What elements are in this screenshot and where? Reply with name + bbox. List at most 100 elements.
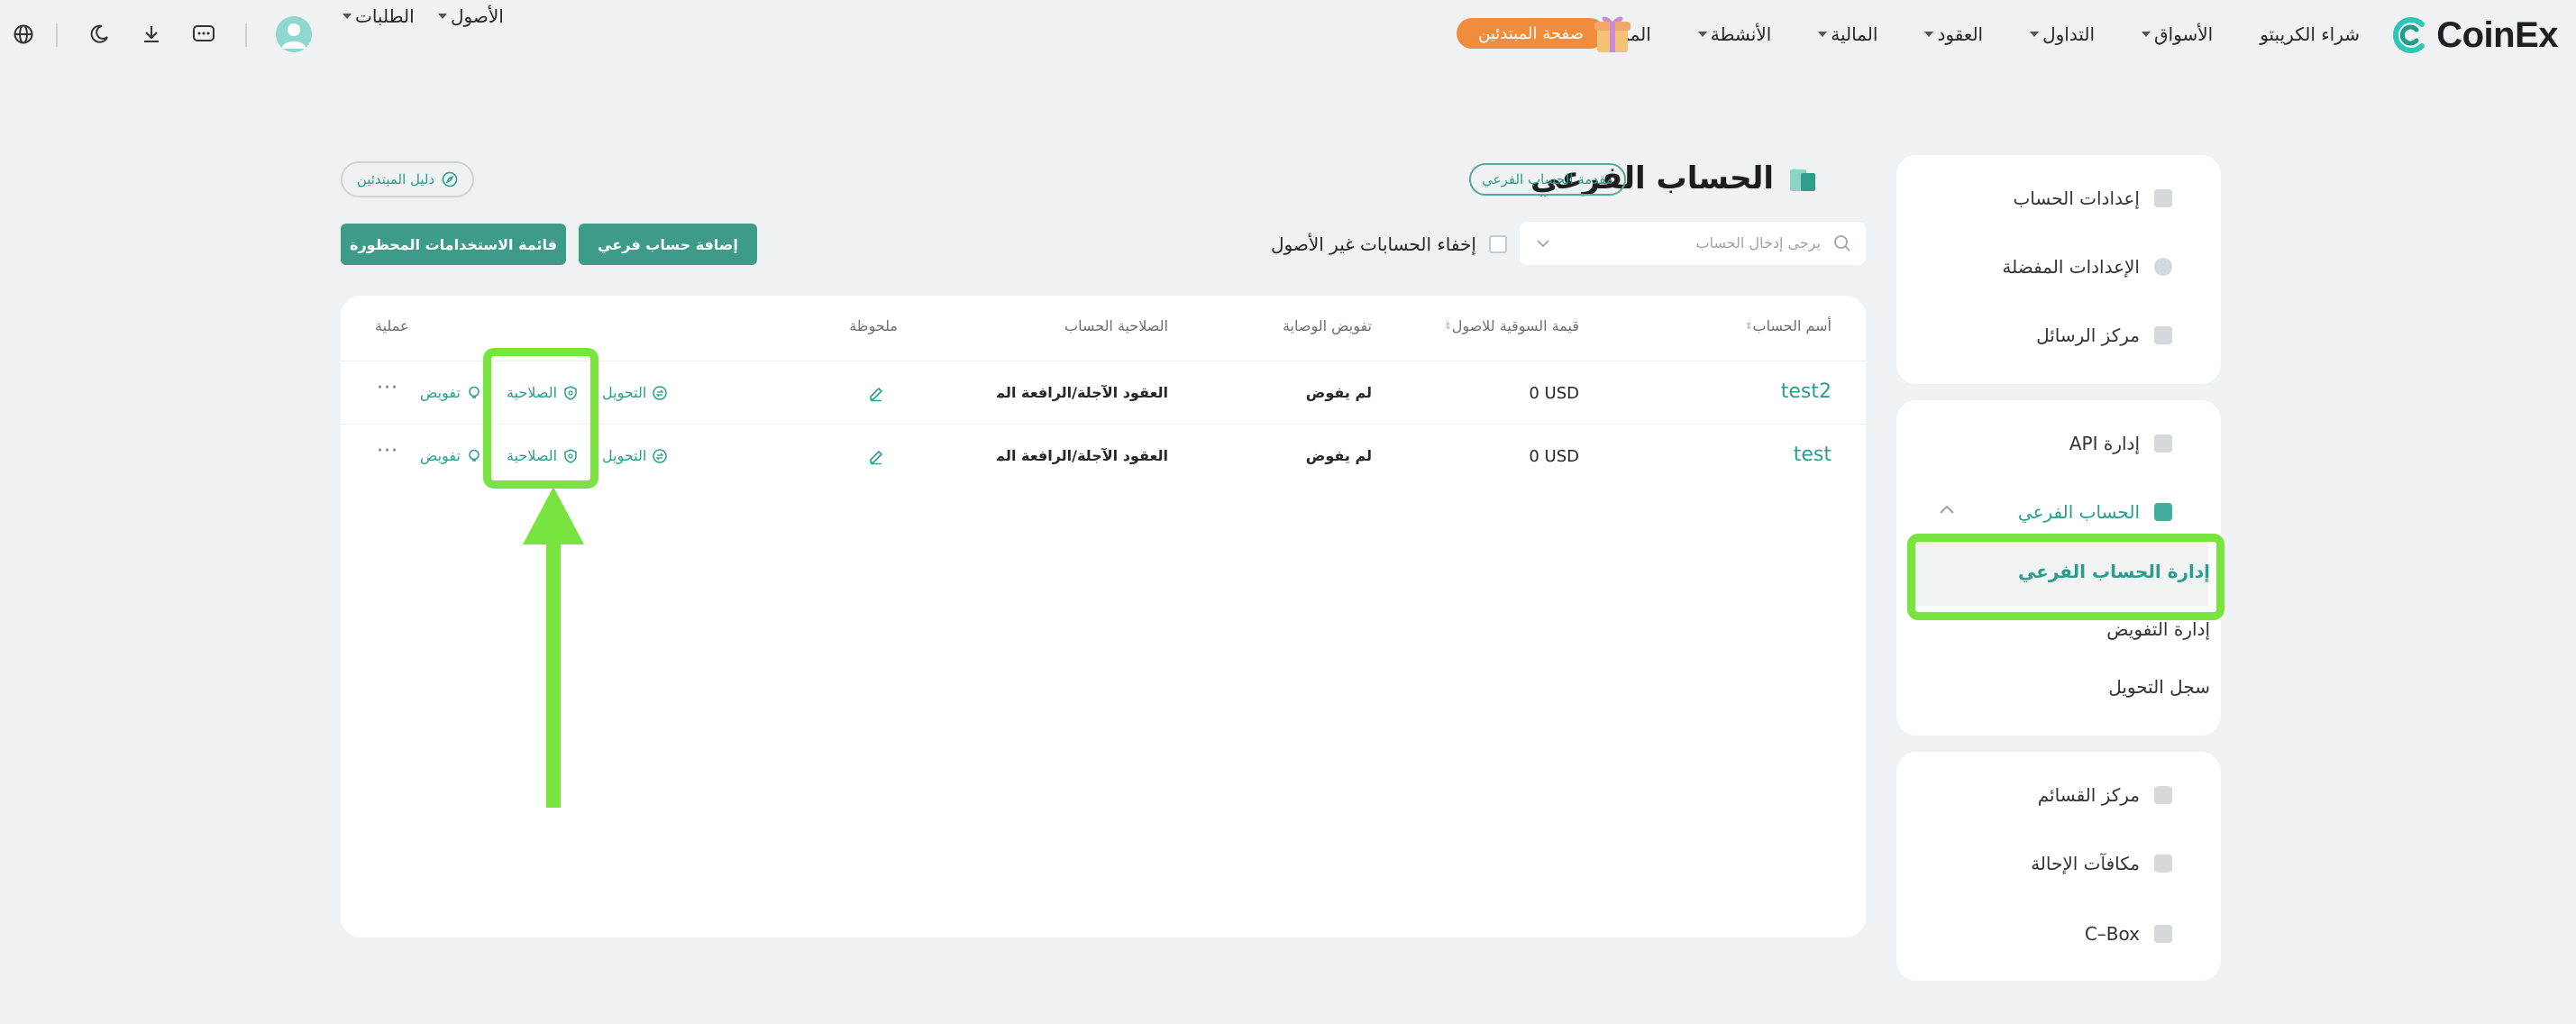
subaccount-icon	[2154, 503, 2172, 521]
chevron-down-icon	[1924, 32, 1934, 37]
edit-note-icon[interactable]	[867, 384, 885, 402]
nav-trading[interactable]: التداول	[2030, 23, 2095, 45]
sidebar-item-label: إدارة التفويض	[2106, 618, 2210, 640]
sidebar-item-label: مركز الرسائل	[2036, 325, 2140, 346]
search-placeholder: يرجى إدخال الحساب	[1695, 234, 1822, 251]
sidebar-item-label: الحساب الفرعي	[2017, 501, 2140, 523]
sidebar-item-label: سجل التحويل	[2108, 676, 2210, 698]
nav-buy-crypto[interactable]: شراء الكريبتو	[2260, 23, 2360, 45]
assets-dropdown[interactable]: الأصول	[438, 5, 504, 27]
annotation-highlight-permission	[483, 348, 598, 489]
api-icon	[2154, 434, 2172, 453]
chevron-up-icon[interactable]	[1938, 503, 1956, 516]
transfer-button[interactable]: التحويل	[602, 447, 668, 464]
coinex-logo[interactable]: CoinEx	[2389, 13, 2558, 58]
referral-icon	[2154, 855, 2172, 873]
annotation-highlight-sidebar	[1907, 534, 2224, 620]
subaccount-icon	[1788, 164, 1817, 193]
transfer-label: التحويل	[602, 447, 647, 464]
globe-icon[interactable]	[5, 16, 41, 52]
sidebar-item-cbox[interactable]: C–Box	[2085, 916, 2172, 952]
orders-dropdown[interactable]: الطلبات	[343, 5, 415, 27]
sidebar-item-label: مكافآت الإحالة	[2031, 853, 2140, 874]
brand-name: CoinEx	[2436, 14, 2558, 55]
hide-empty-accounts-toggle[interactable]: إخفاء الحسابات غير الأصول	[1271, 231, 1507, 258]
sidebar-item-api[interactable]: إدارة API	[2069, 425, 2172, 462]
more-options-icon[interactable]: ···	[377, 440, 398, 462]
sidebar-item-label: إعدادات الحساب	[2013, 187, 2140, 209]
nav-label: العقود	[1937, 23, 1984, 45]
account-permission: العقود الآجلة/الرافعة المالية/ا...	[997, 447, 1168, 464]
main-menu: شراء الكريبتو الأسواق التداول العقود الم…	[1593, 18, 2360, 50]
beginner-guide-button[interactable]: دليل المبتدئين	[341, 161, 474, 197]
chevron-down-icon	[1697, 32, 1707, 37]
sidebar-group-account: إعدادات الحساب الإعدادات المفضلة مركز ال…	[1896, 155, 2221, 384]
sidebar-item-preferences[interactable]: الإعدادات المفضلة	[2002, 249, 2172, 285]
nav-markets[interactable]: الأسواق	[2142, 23, 2213, 45]
nav-label: المالية	[1831, 23, 1878, 45]
sidebar-item-subaccount[interactable]: الحساب الفرعي	[2018, 494, 2172, 530]
column-header-custody: تفويض الوصاية	[1282, 317, 1372, 334]
nav-label: الأسواق	[2154, 23, 2214, 45]
column-header-operation: عملية	[375, 317, 409, 334]
authorize-button[interactable]: تفويض	[420, 447, 482, 464]
nav-finance[interactable]: المالية	[1818, 23, 1877, 45]
sidebar-item-account-settings[interactable]: إعدادات الحساب	[2013, 180, 2172, 216]
sidebar-item-messages[interactable]: مركز الرسائل	[2036, 317, 2172, 353]
more-options-icon[interactable]: ···	[377, 377, 398, 399]
nav-label: شراء الكريبتو	[2260, 23, 2360, 45]
edit-note-icon[interactable]	[867, 447, 885, 465]
gift-icon	[1592, 11, 1633, 54]
sidebar-item-label: مركز القسائم	[2037, 784, 2140, 806]
nav-activities[interactable]: الأنشطة	[1697, 23, 1772, 45]
market-value: 0 USD	[1529, 447, 1579, 466]
chevron-down-icon[interactable]	[1536, 238, 1550, 249]
guide-label: دليل المبتدئين	[356, 171, 435, 187]
sort-icon: ⇕	[1745, 322, 1753, 332]
theme-moon-icon[interactable]	[81, 16, 117, 52]
account-permission: العقود الآجلة/الرافعة المالية/ا...	[997, 384, 1168, 401]
sidebar-item-referral[interactable]: مكافآت الإحالة	[2031, 846, 2172, 882]
column-header-note: ملحوظة	[849, 317, 898, 334]
hide-empty-label: إخفاء الحسابات غير الأصول	[1271, 233, 1476, 255]
cbox-icon	[2154, 925, 2172, 943]
download-icon[interactable]	[133, 16, 169, 52]
bulb-icon	[466, 448, 482, 464]
avatar[interactable]	[276, 16, 312, 52]
preferences-icon	[2154, 258, 2172, 276]
chevron-down-icon	[1818, 32, 1828, 37]
toolbar-divider	[56, 23, 58, 47]
header-label: أسم الحساب	[1752, 317, 1832, 334]
sidebar-group-rewards: مركز القسائم مكافآت الإحالة C–Box	[1896, 752, 2221, 981]
user-icon	[2154, 189, 2172, 207]
custody-status: لم يفوض	[1305, 447, 1372, 464]
sidebar-subitem-transfer-history[interactable]: سجل التحويل	[2108, 669, 2210, 705]
annotation-arrow-icon	[519, 487, 588, 811]
account-search-input[interactable]: يرجى إدخال الحساب	[1520, 222, 1866, 265]
orders-label: الطلبات	[355, 5, 415, 27]
transfer-button[interactable]: التحويل	[602, 384, 668, 401]
chevron-down-icon	[438, 14, 447, 19]
add-subaccount-button[interactable]: إضافة حساب فرعي	[579, 224, 757, 265]
top-navigation: CoinEx شراء الكريبتو الأسواق التداول الع…	[0, 0, 2576, 69]
nav-futures[interactable]: العقود	[1924, 23, 1983, 45]
transfer-label: التحويل	[602, 384, 647, 401]
sidebar-item-label: الإعدادات المفضلة	[2002, 256, 2140, 278]
chat-support-icon[interactable]	[186, 16, 222, 52]
authorize-button[interactable]: تفويض	[420, 384, 482, 401]
hide-empty-checkbox[interactable]	[1488, 235, 1507, 253]
sidebar-item-coupons[interactable]: مركز القسائم	[2038, 777, 2172, 813]
nav-label: الأنشطة	[1710, 23, 1772, 45]
account-name[interactable]: test2	[1781, 380, 1832, 403]
market-value: 0 USD	[1529, 384, 1579, 403]
subaccount-intro-button[interactable]: مقدمة الحساب الفرعي	[1469, 163, 1626, 196]
message-icon	[2154, 326, 2172, 344]
chevron-down-icon	[2030, 32, 2040, 37]
sidebar-item-label: إدارة API	[2069, 433, 2140, 454]
account-name[interactable]: test	[1794, 443, 1832, 466]
column-header-name[interactable]: أسم الحساب⇕	[1740, 317, 1832, 339]
banned-usage-list-button[interactable]: قائمة الاستخدامات المحظورة	[341, 224, 566, 265]
header-label: قيمة السوقية للاصول	[1451, 317, 1579, 334]
beginner-page-button[interactable]: صفحة المبتدئين	[1457, 14, 1633, 52]
column-header-market-value[interactable]: قيمة السوقية للاصول⇕	[1439, 317, 1579, 339]
